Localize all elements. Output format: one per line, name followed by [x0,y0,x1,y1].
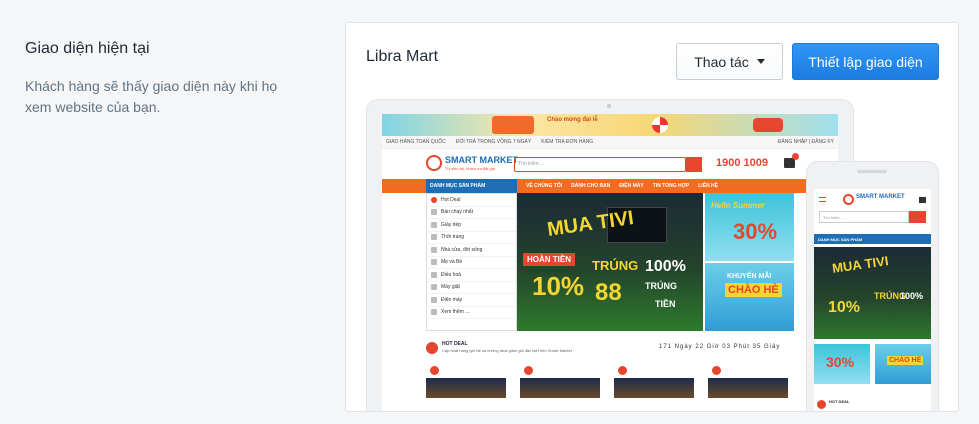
product-thumb [708,364,788,404]
nav-item: VỀ CHÚNG TÔI [526,183,563,189]
menu-item: Điều hoà [427,269,516,282]
actions-dropdown-button[interactable]: Thao tác [676,43,783,80]
hero-text: 100% [900,291,924,301]
hero-text: TRÚNG [645,281,677,291]
menu-item: Nhà cửa, đời sống [427,244,516,257]
menu-item: Điện máy [427,294,516,307]
mobile-side-banner: CHÀO HÈ [875,344,931,384]
mobile-hero-banner: MUA TIVI 10% TRÚNG 100% [814,247,931,339]
preview-topbar: GIAO HÀNG TOÀN QUỐC ĐỔI TRẢ TRONG VÒNG 7… [382,136,838,149]
mobile-category-header: DANH MỤC SẢN PHẨM [814,234,931,244]
mobile-header: SMART MARKET [814,189,931,211]
product-thumb [614,364,694,404]
hero-text: MUA TIVI [831,253,890,276]
hero-text: HOÀN TIỀN [523,253,575,266]
car-icon [753,118,783,132]
hot-deal-section: HOT DEAL Cập nhật hàng giờ tất cả những … [426,340,796,360]
mobile-logo: SMART MARKET [856,194,905,200]
hot-deal-title: HOT DEAL [442,341,468,347]
banner-value: 30% [826,354,855,370]
mobile-preview-frame: SMART MARKET Tìm kiếm ... DANH MỤC SẢN P… [806,161,939,411]
preview-body: Hot Deal Bán chạy nhất Giày dép Thời tra… [382,193,838,343]
setup-theme-button[interactable]: Thiết lập giao diện [792,43,939,80]
side-banner-caption: Hello Summer [711,201,765,210]
menu-item: Thời trang [427,232,516,244]
menu-item: Hot Deal [427,194,516,207]
menu-item: Máy giặt [427,282,516,294]
hero-text: 10% [828,299,861,316]
section-description: Khách hàng sẽ thấy giao diện này khi họ … [25,78,278,115]
current-theme-info: Giao diện hiện tại Khách hàng sẽ thấy gi… [25,40,295,118]
hot-deal-subtitle: Cập nhật hàng giờ tất cả những deal giảm… [442,348,572,353]
nav-item: TIN TỔNG HỢP [652,183,690,189]
theme-name: Libra Mart [366,48,439,65]
hero-banner: MUA TIVI HOÀN TIỀN 10% TRÚNG 88 100% TRÚ… [517,193,703,331]
section-title: Giao diện hiện tại [25,40,150,57]
hero-text: TRÚNG [592,258,639,273]
product-thumb [520,364,600,404]
topbar-item: GIAO HÀNG TOÀN QUỐC [386,139,446,145]
mobile-search: Tìm kiếm ... [819,211,909,223]
mobile-side-banner: 30% [814,344,870,384]
preview-header: SMART MARKET Từ siêu thị, nhiều ưu đãi g… [382,149,838,179]
nav-item: DÀNH CHO BẠN [571,183,611,189]
cart-icon [919,197,926,203]
product-row [426,364,798,404]
logo-icon [843,194,854,205]
preview-logo: SMART MARKET [445,155,518,165]
topbar-login: ĐĂNG NHẬP | ĐĂNG KÝ [777,139,834,145]
promo-tag [492,116,534,134]
side-banner-promo: KHUYẾN MÃI CHÀO HÈ [705,263,794,331]
menu-item: Giày dép [427,219,516,232]
menu-icon [819,197,826,202]
topbar-item: KIỂM TRA ĐƠN HÀNG [541,139,594,145]
side-banner-value: CHÀO HÈ [725,283,782,297]
logo-icon [426,155,442,171]
nav-item: LIÊN HỆ [698,183,718,189]
promo-banner: Chào mừng đại lễ [382,114,838,136]
countdown: 171 Ngày 22 Giờ 03 Phút 35 Giây [659,344,781,350]
hot-deal-icon [817,400,826,409]
camera-dot [607,104,611,108]
promo-message: Chào mừng đại lễ [547,117,598,123]
category-menu: Hot Deal Bán chạy nhất Giày dép Thời tra… [426,193,517,331]
banner-value: CHÀO HÈ [887,356,924,365]
menu-item: Mẹ và Bé [427,257,516,269]
desktop-preview-screen: Chào mừng đại lễ GIAO HÀNG TOÀN QUỐC ĐỔI… [382,114,838,411]
hot-deal-icon [426,342,438,354]
preview-phone: 1900 1009 [716,157,768,169]
search-icon [909,211,926,223]
search-icon [686,157,702,172]
cart-badge [792,153,799,160]
side-banner-caption: KHUYẾN MÃI [727,273,772,280]
side-banner-summer: Hello Summer 30% [705,193,794,261]
umbrella-icon [652,117,668,133]
nav-item: ĐIỆN MÁY [619,183,644,189]
preview-logo-tagline: Từ siêu thị, nhiều ưu đãi giá [445,166,495,171]
theme-card: Libra Mart Thao tác Thiết lập giao diện … [345,22,959,412]
side-banner-value: 30% [733,219,778,244]
actions-label: Thao tác [694,53,749,70]
hero-text: TIỀN [655,299,676,309]
mobile-preview-screen: SMART MARKET Tìm kiếm ... DANH MỤC SẢN P… [814,189,931,411]
product-thumb [426,364,506,404]
mobile-hot-deal: HOT DEAL [829,399,850,404]
desktop-preview-frame: Chào mừng đại lễ GIAO HÀNG TOÀN QUỐC ĐỔI… [366,99,854,411]
menu-item: Bán chạy nhất [427,207,516,219]
category-header: DANH MỤC SẢN PHẨM [426,179,517,193]
hero-text: 10% [532,271,585,301]
caret-down-icon [756,59,765,64]
hero-text: 88 [595,279,622,306]
preview-search: Tìm kiếm ... [514,157,686,172]
speaker-slot [857,170,887,173]
menu-item: Xem thêm ... [427,307,516,319]
preview-nav: DANH MỤC SẢN PHẨM VỀ CHÚNG TÔI DÀNH CHO … [382,179,838,193]
hero-text: 100% [645,258,686,275]
topbar-item: ĐỔI TRẢ TRONG VÒNG 7 NGÀY [455,139,532,145]
